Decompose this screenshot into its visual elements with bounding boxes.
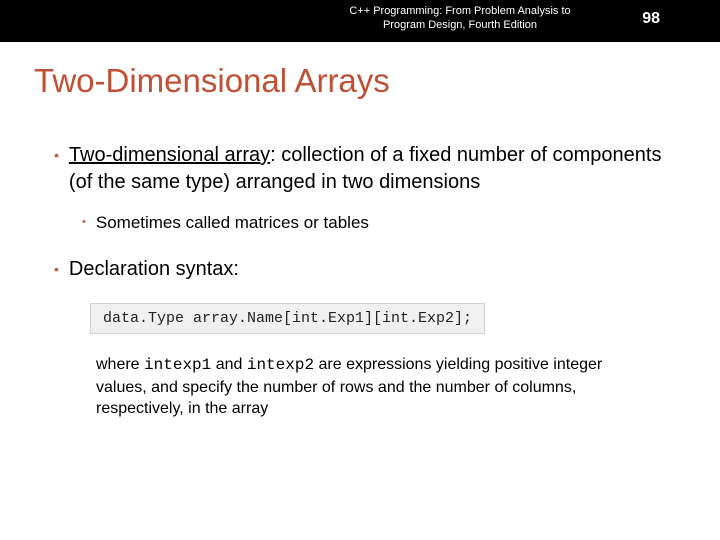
page-number: 98 (642, 10, 660, 28)
bullet-icon: • (54, 147, 59, 196)
where-pre: where (96, 356, 144, 373)
slide-header: C++ Programming: From Problem Analysis t… (0, 0, 720, 42)
where-code2: intexp2 (247, 356, 314, 374)
bullet-icon: • (82, 216, 86, 234)
syntax-declaration-box: data.Type array.Name[int.Exp1][int.Exp2]… (90, 303, 485, 334)
bullet-definition: • Two-dimensional array: collection of a… (54, 142, 686, 196)
bullet-syntax: • Declaration syntax: (54, 256, 686, 283)
bullet-text: Declaration syntax: (69, 256, 239, 283)
bullet-text: Two-dimensional array: collection of a f… (69, 142, 686, 196)
term: Two-dimensional array (69, 144, 270, 166)
where-mid1: and (211, 356, 247, 373)
where-clause: where intexp1 and intexp2 are expression… (96, 354, 646, 420)
book-title: C++ Programming: From Problem Analysis t… (330, 4, 590, 33)
bullet-icon: • (54, 261, 59, 283)
sub-bullet: • Sometimes called matrices or tables (82, 212, 686, 234)
sub-bullet-text: Sometimes called matrices or tables (96, 212, 369, 234)
slide-content: Two-Dimensional Arrays • Two-dimensional… (0, 42, 720, 420)
where-code1: intexp1 (144, 356, 211, 374)
slide-title: Two-Dimensional Arrays (34, 62, 686, 100)
syntax-code: data.Type array.Name[int.Exp1][int.Exp2]… (103, 310, 472, 327)
